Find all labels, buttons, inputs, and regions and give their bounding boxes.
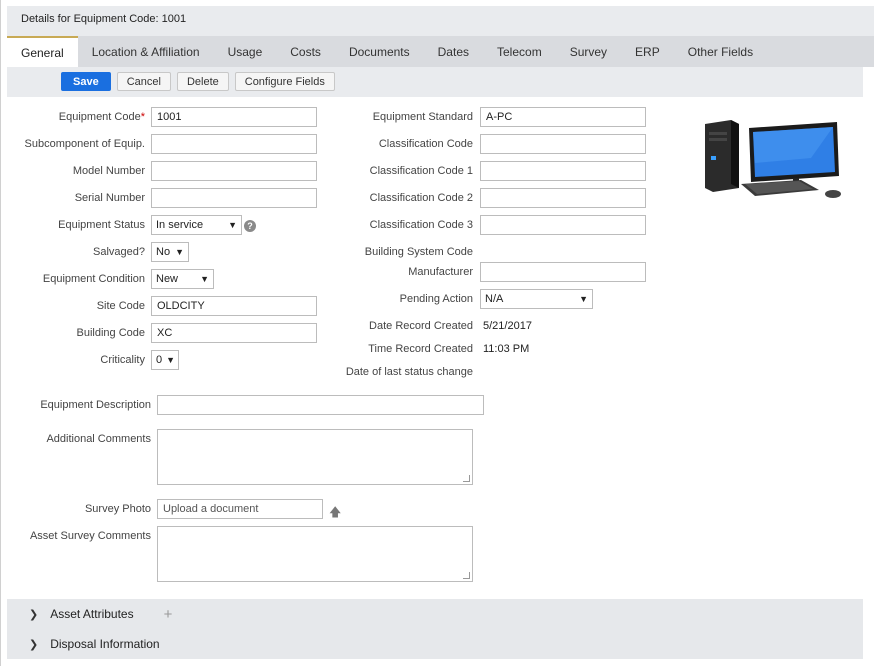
classification-code-field[interactable] <box>480 134 646 154</box>
pending-action-label: Pending Action <box>399 293 473 305</box>
salvaged-label: Salvaged? <box>93 246 145 258</box>
tab-general[interactable]: General <box>7 36 78 67</box>
date-record-created-label: Date Record Created <box>369 320 473 332</box>
date-last-status-change-label: Date of last status change <box>345 366 473 378</box>
tab-bar: General Location & Affiliation Usage Cos… <box>7 36 874 67</box>
page-frame: Details for Equipment Code: 1001 General… <box>0 0 878 666</box>
equipment-code-field[interactable]: 1001 <box>151 107 317 127</box>
equipment-status-select[interactable]: In service ▼ <box>151 215 242 235</box>
manufacturer-label: Manufacturer <box>408 266 473 278</box>
building-code-label: Building Code <box>76 327 146 339</box>
model-number-label: Model Number <box>72 165 145 177</box>
pending-action-select[interactable]: N/A ▼ <box>480 289 593 309</box>
classification-code-3-field[interactable] <box>480 215 646 235</box>
chevron-right-icon: ❯ <box>29 608 39 621</box>
question-icon[interactable]: ? <box>244 220 256 232</box>
computer-equipment-image <box>705 120 841 198</box>
configure-fields-button[interactable]: Configure Fields <box>234 72 335 91</box>
upload-arrow-icon[interactable]: 🡅 <box>329 503 341 524</box>
salvaged-value: No <box>156 246 171 258</box>
delete-button[interactable]: Delete <box>176 72 229 91</box>
classification-code-1-label: Classification Code 1 <box>369 165 473 177</box>
equipment-condition-label: Equipment Condition <box>42 273 145 285</box>
chevron-down-icon: ▼ <box>228 220 237 230</box>
required-mark: * <box>140 111 145 123</box>
asset-survey-comments-textarea[interactable] <box>157 526 473 582</box>
equipment-standard-field[interactable]: A-PC <box>480 107 646 127</box>
site-code-field[interactable]: OLDCITY <box>151 296 317 316</box>
equipment-standard-label: Equipment Standard <box>372 111 473 123</box>
building-system-code-label: Building System Code <box>364 246 473 258</box>
page-title: Details for Equipment Code: 1001 <box>7 6 874 36</box>
building-code-field[interactable]: XC <box>151 323 317 343</box>
page-title-text: Details for Equipment Code: 1001 <box>21 13 187 25</box>
chevron-down-icon: ▼ <box>175 247 184 257</box>
classification-code-2-label: Classification Code 2 <box>369 192 473 204</box>
criticality-select[interactable]: 0 ▼ <box>151 350 179 370</box>
tab-survey[interactable]: Survey <box>556 36 621 67</box>
tab-dates[interactable]: Dates <box>424 36 483 67</box>
equipment-condition-select[interactable]: New ▼ <box>151 269 214 289</box>
disposal-information-title: Disposal Information <box>50 637 160 651</box>
time-record-created-label: Time Record Created <box>368 343 473 355</box>
toolbar: Save Cancel Delete Configure Fields <box>7 67 863 97</box>
equipment-condition-value: New <box>156 273 179 285</box>
asset-attributes-panel[interactable]: ❯ Asset Attributes + <box>7 599 863 629</box>
equipment-status-label: Equipment Status <box>58 219 145 231</box>
survey-photo-upload-field[interactable]: Upload a document <box>157 499 323 519</box>
plus-icon[interactable]: + <box>164 606 173 623</box>
cancel-button[interactable]: Cancel <box>116 72 171 91</box>
subcomponent-field[interactable] <box>151 134 317 154</box>
date-record-created-value: 5/21/2017 <box>483 320 532 332</box>
tab-location-affiliation[interactable]: Location & Affiliation <box>78 36 214 67</box>
manufacturer-field[interactable] <box>480 262 646 282</box>
equipment-description-label: Equipment Description <box>40 399 151 411</box>
chevron-down-icon: ▼ <box>166 355 176 365</box>
asset-attributes-title: Asset Attributes <box>50 607 134 621</box>
classification-code-label: Classification Code <box>378 138 473 150</box>
tab-costs[interactable]: Costs <box>276 36 335 67</box>
asset-survey-comments-label: Asset Survey Comments <box>29 530 151 542</box>
additional-comments-label: Additional Comments <box>46 433 151 445</box>
classification-code-2-field[interactable] <box>480 188 646 208</box>
disposal-information-panel[interactable]: ❯ Disposal Information <box>7 629 863 659</box>
serial-number-label: Serial Number <box>74 192 145 204</box>
equipment-code-label-text: Equipment Code <box>58 111 141 123</box>
model-number-field[interactable] <box>151 161 317 181</box>
classification-code-3-label: Classification Code 3 <box>369 219 473 231</box>
survey-photo-label: Survey Photo <box>84 503 151 515</box>
criticality-label: Criticality <box>100 354 145 366</box>
equipment-code-label: Equipment Code* <box>59 111 145 123</box>
chevron-down-icon: ▼ <box>579 294 588 304</box>
tab-other-fields[interactable]: Other Fields <box>674 36 767 67</box>
classification-code-1-field[interactable] <box>480 161 646 181</box>
serial-number-field[interactable] <box>151 188 317 208</box>
criticality-value: 0 <box>156 354 163 366</box>
chevron-right-icon: ❯ <box>29 638 39 651</box>
time-record-created-value: 11:03 PM <box>483 343 530 355</box>
chevron-down-icon: ▼ <box>200 274 209 284</box>
tab-erp[interactable]: ERP <box>621 36 674 67</box>
equipment-status-value: In service <box>156 219 204 231</box>
additional-comments-textarea[interactable] <box>157 429 473 485</box>
tab-documents[interactable]: Documents <box>335 36 424 67</box>
equipment-description-field[interactable] <box>157 395 484 415</box>
pending-action-value: N/A <box>485 293 504 305</box>
tab-usage[interactable]: Usage <box>214 36 277 67</box>
save-button[interactable]: Save <box>61 72 111 91</box>
tab-telecom[interactable]: Telecom <box>483 36 556 67</box>
salvaged-select[interactable]: No ▼ <box>151 242 189 262</box>
site-code-label: Site Code <box>96 300 145 312</box>
subcomponent-label: Subcomponent of Equip. <box>24 138 145 150</box>
